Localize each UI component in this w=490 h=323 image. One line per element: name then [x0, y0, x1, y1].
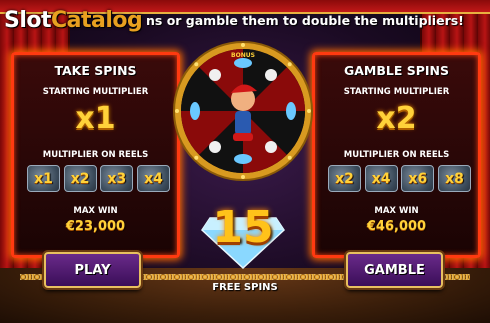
bonus-wheel: BONUS: [173, 41, 313, 181]
starting-multiplier-value: x2: [376, 101, 417, 136]
multiplier-chip: x8: [437, 165, 471, 192]
logo-part-1: Slot: [4, 8, 52, 33]
reels-multiplier-label: MULTIPLIER ON REELS: [42, 150, 149, 160]
play-button[interactable]: PLAY: [44, 252, 141, 288]
multiplier-chip: x2: [63, 165, 97, 192]
reels-multiplier-label: MULTIPLIER ON REELS: [343, 150, 450, 160]
watermark-logo: SlotCatalog: [4, 8, 143, 33]
multiplier-chip: x1: [27, 165, 60, 192]
logo-part-2: Catalog: [51, 8, 143, 33]
multiplier-chip: x4: [136, 165, 170, 192]
max-win-label: MAX WIN: [73, 206, 118, 216]
multiplier-chip: x2: [328, 165, 361, 192]
multiplier-chip: x4: [364, 165, 398, 192]
max-win-value: €46,000: [366, 219, 427, 234]
starting-multiplier-label: STARTING MULTIPLIER: [42, 87, 149, 97]
max-win-label: MAX WIN: [374, 206, 419, 216]
free-spins-count: 15: [212, 202, 274, 253]
max-win-value: €23,000: [65, 219, 126, 234]
reels-multiplier-chips: x2 x4 x6 x8: [328, 165, 471, 192]
starting-multiplier-value: x1: [75, 101, 116, 136]
gamble-spins-panel: GAMBLE SPINS STARTING MULTIPLIER x2 MULT…: [312, 52, 481, 258]
wheel-bonus-label: BONUS: [231, 52, 255, 59]
multiplier-chip: x6: [401, 165, 435, 192]
starting-multiplier-label: STARTING MULTIPLIER: [343, 87, 450, 97]
gamble-spins-title: GAMBLE SPINS: [343, 63, 450, 78]
reels-multiplier-chips: x1 x2 x3 x4: [27, 165, 170, 192]
take-spins-title: TAKE SPINS: [54, 63, 137, 78]
gamble-button[interactable]: GAMBLE: [346, 252, 443, 288]
banner-text: ns or gamble them to double the multipli…: [146, 13, 464, 28]
multiplier-chip: x3: [100, 165, 134, 192]
free-spins-label: FREE SPINS: [212, 282, 278, 293]
take-spins-panel: TAKE SPINS STARTING MULTIPLIER x1 MULTIP…: [11, 52, 180, 258]
